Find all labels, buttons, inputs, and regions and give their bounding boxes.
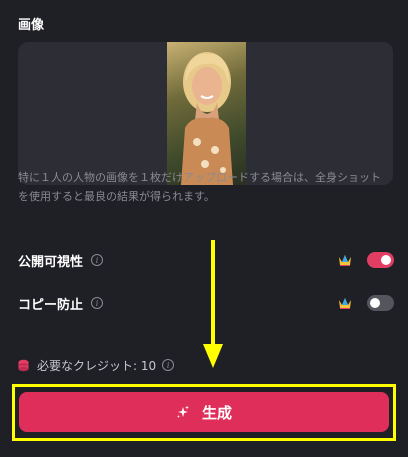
uploaded-photo bbox=[167, 42, 246, 185]
generate-button-label: 生成 bbox=[201, 404, 232, 422]
info-icon[interactable]: i bbox=[91, 297, 104, 309]
info-icon[interactable]: i bbox=[91, 254, 104, 266]
public-visibility-toggle[interactable] bbox=[367, 252, 394, 268]
copy-protection-toggle[interactable] bbox=[367, 295, 394, 311]
image-section-title: 画像 bbox=[18, 18, 45, 33]
setting-label: 公開可視性 bbox=[18, 254, 84, 270]
image-upload-area[interactable] bbox=[18, 42, 393, 185]
setting-label: コピー防止 bbox=[18, 297, 84, 313]
upload-hint-text: 特に１人の人物の画像を１枚だけアップロードする場合は、全身ショットを使用すると最… bbox=[18, 171, 381, 203]
credits-text: 必要なクレジット: 10 bbox=[37, 358, 157, 373]
required-credits: 必要なクレジット: 10 i bbox=[18, 356, 175, 374]
toggle-knob bbox=[381, 255, 391, 265]
coin-stack-icon bbox=[18, 359, 29, 371]
toggle-knob bbox=[370, 298, 380, 308]
info-icon[interactable]: i bbox=[162, 359, 175, 371]
crown-icon bbox=[339, 255, 351, 266]
annotation-arrow bbox=[203, 240, 223, 368]
crown-icon bbox=[339, 298, 351, 309]
generate-button[interactable]: 生成 bbox=[19, 392, 389, 432]
sparkle-icon bbox=[176, 405, 189, 418]
